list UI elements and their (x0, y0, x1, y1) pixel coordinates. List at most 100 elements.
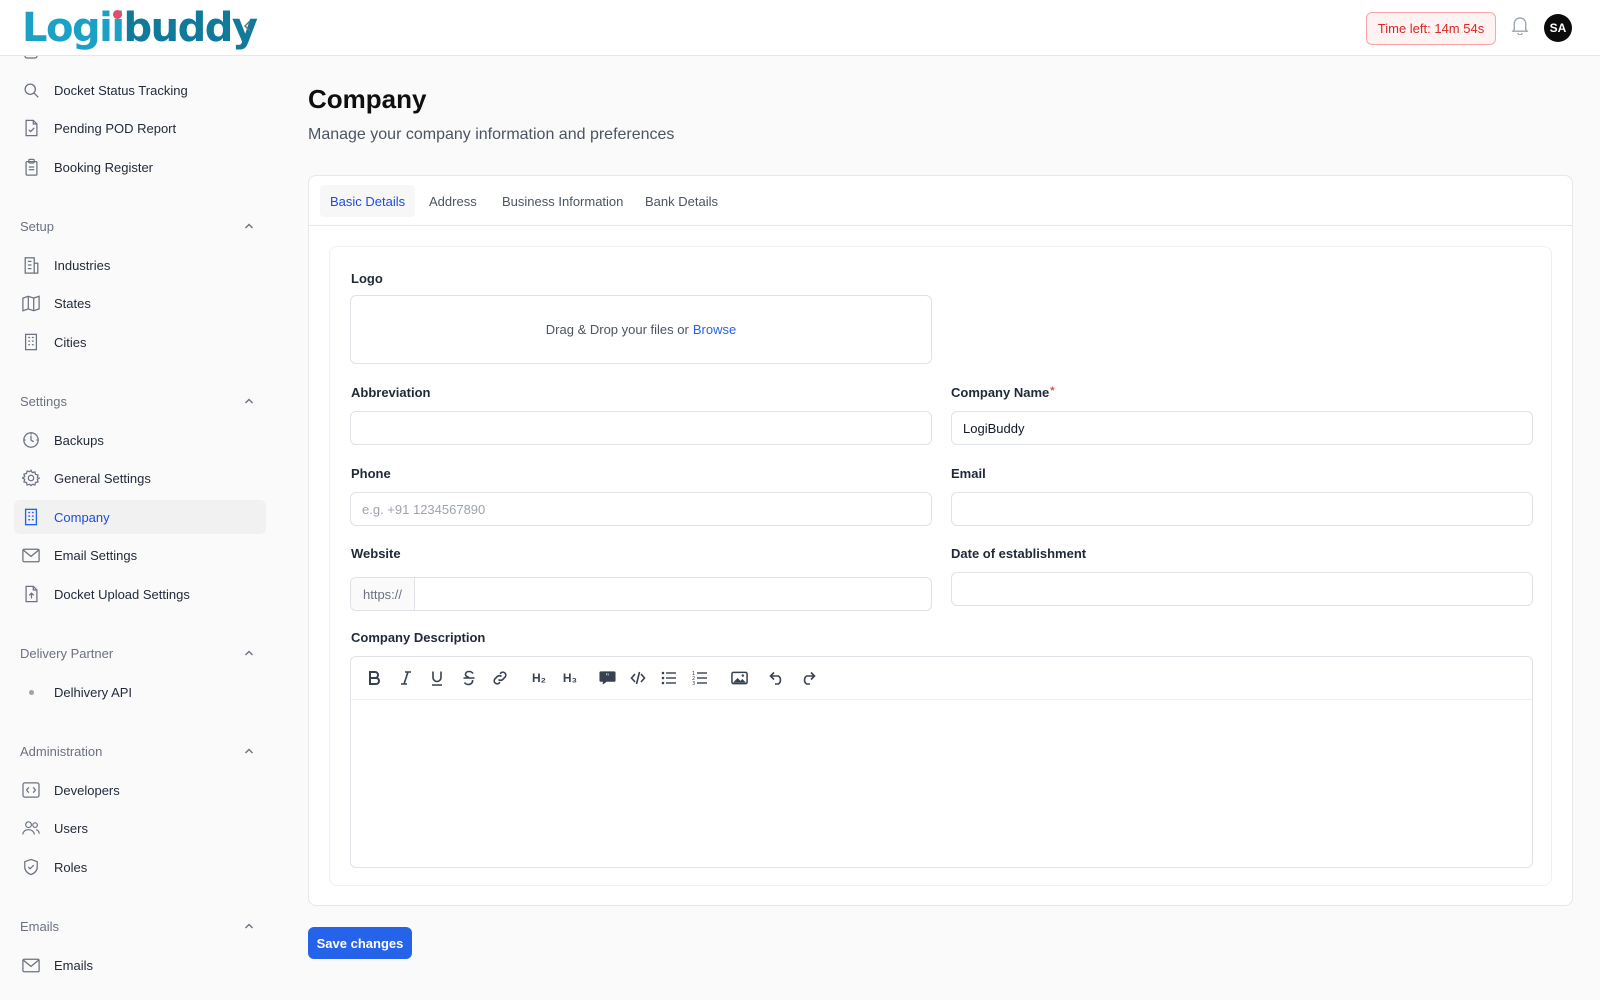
bell-icon (1511, 16, 1529, 40)
company-description-editor: H₂ H₃ ‟ 123 (350, 656, 1533, 868)
editor-toolbar: H₂ H₃ ‟ 123 (351, 657, 1532, 700)
ordered-list-icon[interactable]: 123 (689, 667, 711, 689)
sidebar-item-booking-register[interactable]: Booking Register (14, 150, 266, 184)
file-check-icon (22, 119, 40, 137)
session-timer-badge: Time left: 14m 54s (1366, 12, 1496, 45)
phone-input[interactable]: e.g. +91 1234567890 (350, 492, 932, 526)
company-description-label: Company Description (351, 630, 486, 645)
tab-basic-details[interactable]: Basic Details (320, 185, 416, 217)
sidebar-item-label: Industries (54, 257, 111, 273)
blockquote-icon[interactable]: ‟ (596, 667, 618, 689)
save-changes-button[interactable]: Save changes (308, 927, 412, 959)
sidebar-item-docket-upload-settings[interactable]: Docket Upload Settings (14, 577, 266, 611)
sidebar-item-general-settings[interactable]: General Settings (14, 461, 266, 495)
underline-icon[interactable] (426, 667, 448, 689)
bold-icon[interactable] (363, 667, 385, 689)
email-input[interactable] (951, 492, 1533, 526)
bullet-dot-icon (22, 683, 40, 701)
section-title: Settings (20, 393, 67, 409)
abbreviation-input[interactable] (350, 411, 932, 445)
logo-text-i: i (111, 5, 125, 51)
section-header-administration[interactable]: Administration (20, 741, 260, 761)
company-name-label: Company Name* (951, 385, 1055, 400)
tab-bank-details[interactable]: Bank Details (635, 185, 728, 217)
chevron-up-icon (242, 646, 256, 660)
sidebar-item-label: Cities (54, 334, 87, 350)
sidebar-item-delhivery-api[interactable]: Delhivery API (14, 675, 266, 709)
image-icon[interactable] (728, 667, 750, 689)
top-bar: Logiibuddy Time left: 14m 54s SA (0, 0, 1600, 56)
svg-text:‟: ‟ (605, 672, 609, 681)
logo-label: Logo (351, 271, 383, 286)
phone-label: Phone (351, 466, 391, 481)
section-title: Emails (20, 918, 60, 934)
code-icon[interactable] (627, 667, 649, 689)
heading-2-icon[interactable]: H₂ (527, 667, 551, 689)
section-header-setup[interactable]: Setup (20, 216, 260, 236)
backup-icon (22, 431, 40, 449)
file-upload-icon (22, 585, 40, 603)
bullet-list-icon[interactable] (658, 667, 680, 689)
sidebar-item-docket-status-tracking[interactable]: Docket Status Tracking (14, 73, 266, 107)
tab-business-information[interactable]: Business Information (492, 185, 633, 217)
sidebar-item-company[interactable]: Company (14, 500, 266, 534)
app-logo[interactable]: Logiibuddy (22, 5, 258, 51)
link-icon[interactable] (489, 667, 511, 689)
page-title: Company (308, 84, 427, 114)
user-avatar[interactable]: SA (1544, 14, 1572, 42)
collapse-sidebar-button[interactable] (236, 16, 260, 40)
company-name-input[interactable]: LogiBuddy (951, 411, 1533, 445)
sidebar-item-industries[interactable]: Industries (14, 248, 266, 282)
sidebar-item-roles[interactable]: Roles (14, 850, 266, 884)
section-header-delivery-partner[interactable]: Delivery Partner (20, 643, 260, 663)
chevron-up-icon (242, 219, 256, 233)
tab-address[interactable]: Address (419, 185, 487, 217)
sidebar-item-label: Users (54, 820, 88, 836)
svg-text:3: 3 (692, 681, 695, 686)
notifications-button[interactable] (1508, 16, 1532, 40)
sidebar-item-email-settings[interactable]: Email Settings (14, 538, 266, 572)
chevron-up-icon (242, 744, 256, 758)
shield-check-icon (22, 858, 40, 876)
sidebar-item-label: Company (54, 509, 110, 525)
website-field: https:// (350, 577, 932, 611)
section-header-settings[interactable]: Settings (20, 391, 260, 411)
heading-3-icon[interactable]: H₃ (558, 667, 582, 689)
office-building-icon (22, 508, 40, 526)
section-title: Delivery Partner (20, 645, 114, 661)
sidebar-item-users[interactable]: Users (14, 811, 266, 845)
website-prefix: https:// (351, 578, 415, 610)
sidebar-item-label: Developers (54, 782, 120, 798)
map-icon (22, 294, 40, 312)
dropzone-text: Drag & Drop your files or (545, 322, 689, 337)
sidebar-item-emails[interactable]: Emails (14, 948, 266, 982)
undo-icon[interactable] (766, 667, 788, 689)
sidebar-item-label: Pending POD Report (54, 120, 177, 136)
description-textarea[interactable] (351, 700, 1532, 867)
sidebar: Docket Status Tracking Pending POD Repor… (0, 0, 280, 1000)
logo-text-part1: Logi (22, 5, 113, 51)
sidebar-item-developers[interactable]: Developers (14, 773, 266, 807)
sidebar-item-pending-pod-report[interactable]: Pending POD Report (14, 111, 266, 145)
logo-dropzone[interactable]: Drag & Drop your files or Browse (350, 295, 932, 364)
email-label: Email (951, 466, 986, 481)
clipboard-icon (22, 158, 40, 176)
sidebar-item-cities[interactable]: Cities (14, 325, 266, 359)
chevron-left-icon (241, 19, 255, 38)
browse-link[interactable]: Browse (693, 322, 736, 337)
sidebar-item-label: States (54, 295, 91, 311)
chevron-up-icon (242, 919, 256, 933)
strikethrough-icon[interactable] (458, 667, 480, 689)
sidebar-item-backups[interactable]: Backups (14, 423, 266, 457)
users-icon (22, 819, 40, 837)
page-subtitle: Manage your company information and pref… (308, 126, 675, 143)
italic-icon[interactable] (395, 667, 417, 689)
section-header-emails[interactable]: Emails (20, 916, 260, 936)
sidebar-item-states[interactable]: States (14, 286, 266, 320)
website-label: Website (351, 546, 401, 561)
date-of-establishment-input[interactable] (951, 572, 1533, 606)
required-asterisk: * (1050, 385, 1055, 397)
website-input[interactable] (415, 578, 931, 610)
sidebar-item-label: Docket Upload Settings (54, 586, 190, 602)
redo-icon[interactable] (797, 667, 819, 689)
